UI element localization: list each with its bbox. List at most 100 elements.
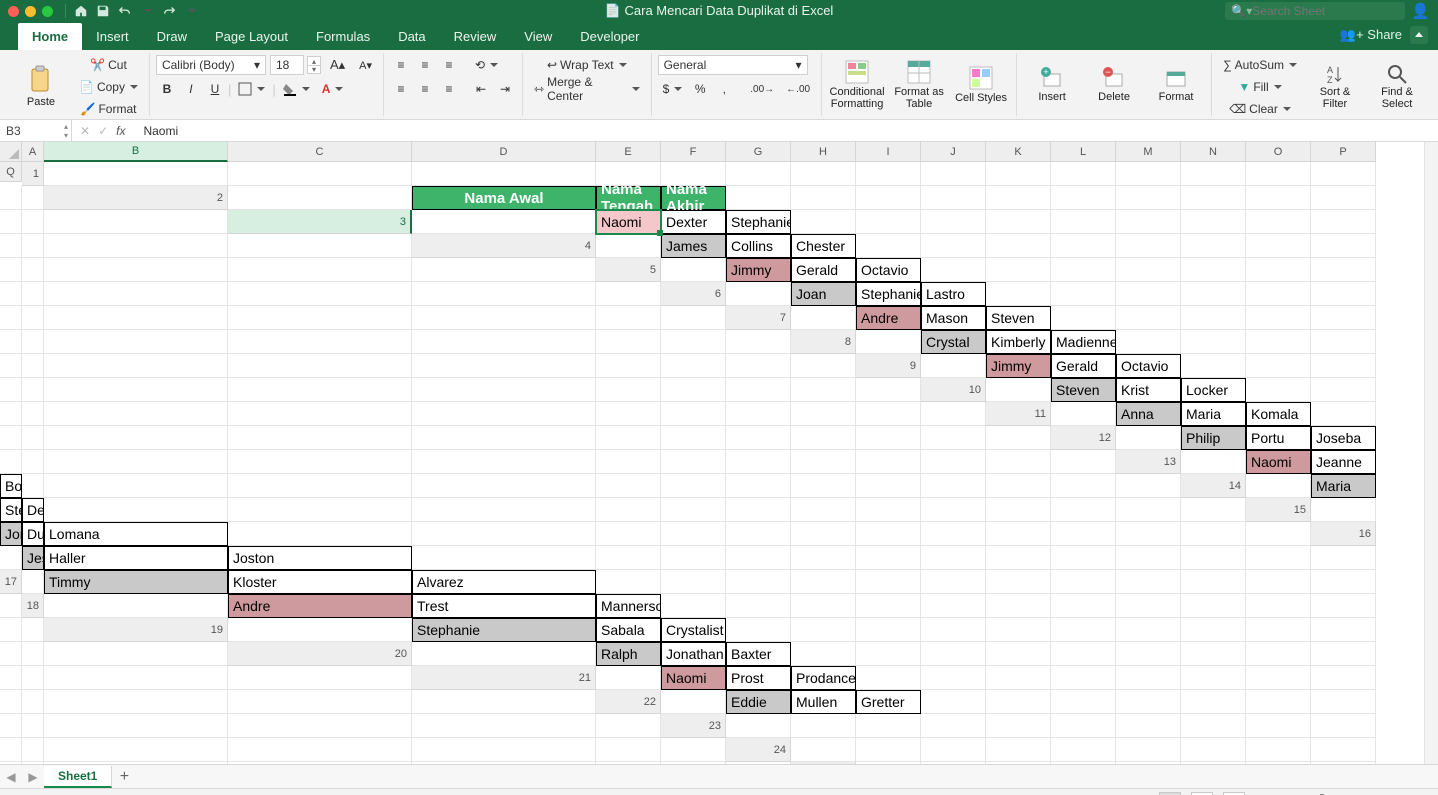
empty-cell[interactable] [1311, 642, 1376, 666]
align-right-icon[interactable]: ≡ [438, 79, 460, 99]
underline-button[interactable]: U [204, 79, 226, 99]
empty-cell[interactable] [228, 450, 412, 474]
paste-button[interactable]: Paste [12, 57, 70, 117]
share-button[interactable]: 👥+ Share [1340, 27, 1402, 43]
empty-cell[interactable] [22, 570, 44, 594]
empty-cell[interactable] [661, 690, 726, 714]
empty-cell[interactable] [1051, 186, 1116, 210]
borders-button[interactable] [233, 79, 270, 99]
empty-cell[interactable] [412, 762, 596, 764]
empty-cell[interactable] [986, 378, 1051, 402]
empty-cell[interactable] [0, 738, 22, 762]
merge-center-button[interactable]: ⇿Merge & Center [529, 79, 645, 99]
empty-cell[interactable] [921, 690, 986, 714]
empty-cell[interactable] [1311, 594, 1376, 618]
empty-cell[interactable] [1246, 594, 1311, 618]
empty-cell[interactable] [0, 690, 22, 714]
format-as-table-button[interactable]: Format as Table [890, 55, 948, 115]
empty-cell[interactable] [1051, 282, 1116, 306]
increase-decimal-icon[interactable]: .00→ [745, 79, 779, 99]
empty-cell[interactable] [1116, 474, 1181, 498]
empty-cell[interactable] [1181, 690, 1246, 714]
empty-cell[interactable] [1246, 738, 1311, 762]
empty-cell[interactable] [412, 378, 596, 402]
data-cell[interactable]: Baxter [726, 642, 791, 666]
col-header-P[interactable]: P [1311, 142, 1376, 162]
empty-cell[interactable] [596, 714, 661, 738]
empty-cell[interactable] [1311, 234, 1376, 258]
delete-cells-button[interactable]: − Delete [1085, 55, 1143, 115]
row-header-7[interactable]: 7 [726, 306, 791, 330]
empty-cell[interactable] [921, 474, 986, 498]
data-cell[interactable]: Andre [228, 594, 412, 618]
empty-cell[interactable] [986, 474, 1051, 498]
sheet-nav-next[interactable]: ▶ [22, 770, 44, 784]
empty-cell[interactable] [412, 498, 596, 522]
empty-cell[interactable] [921, 450, 986, 474]
row-header-25[interactable]: 25 [791, 762, 856, 764]
empty-cell[interactable] [921, 186, 986, 210]
row-header-1[interactable]: 1 [22, 162, 44, 186]
table-header[interactable]: Nama Tengah [596, 186, 661, 210]
empty-cell[interactable] [1246, 618, 1311, 642]
empty-cell[interactable] [22, 738, 44, 762]
table-header[interactable]: Nama Awal [412, 186, 596, 210]
empty-cell[interactable] [661, 738, 726, 762]
empty-cell[interactable] [661, 762, 726, 764]
empty-cell[interactable] [661, 474, 726, 498]
data-cell[interactable]: Crystalist [661, 618, 726, 642]
empty-cell[interactable] [921, 570, 986, 594]
col-header-F[interactable]: F [661, 142, 726, 162]
empty-cell[interactable] [1311, 354, 1376, 378]
data-cell[interactable]: Jonathan [661, 642, 726, 666]
empty-cell[interactable] [986, 618, 1051, 642]
home-icon[interactable] [70, 0, 92, 22]
data-cell[interactable]: Kimberly [986, 330, 1051, 354]
empty-cell[interactable] [412, 690, 596, 714]
empty-cell[interactable] [228, 498, 412, 522]
empty-cell[interactable] [791, 522, 856, 546]
data-cell[interactable]: Dexter [22, 498, 44, 522]
data-cell[interactable]: Octavio [1116, 354, 1181, 378]
empty-cell[interactable] [856, 450, 921, 474]
empty-cell[interactable] [596, 402, 661, 426]
data-cell[interactable]: Komala [1246, 402, 1311, 426]
empty-cell[interactable] [1051, 762, 1116, 764]
empty-cell[interactable] [986, 426, 1051, 450]
empty-cell[interactable] [44, 450, 228, 474]
search-sheet[interactable]: 🔍 ▾ [1225, 2, 1405, 20]
empty-cell[interactable] [986, 498, 1051, 522]
empty-cell[interactable] [921, 522, 986, 546]
empty-cell[interactable] [986, 690, 1051, 714]
empty-cell[interactable] [228, 618, 412, 642]
data-cell[interactable]: Gerald [1051, 354, 1116, 378]
empty-cell[interactable] [44, 474, 228, 498]
empty-cell[interactable] [921, 594, 986, 618]
empty-cell[interactable] [661, 426, 726, 450]
formula-input[interactable]: Naomi [139, 124, 1438, 138]
empty-cell[interactable] [22, 690, 44, 714]
increase-font-icon[interactable]: A▴ [325, 55, 350, 75]
empty-cell[interactable] [921, 258, 986, 282]
empty-cell[interactable] [1116, 642, 1181, 666]
empty-cell[interactable] [1116, 522, 1181, 546]
empty-cell[interactable] [22, 402, 44, 426]
empty-cell[interactable] [986, 666, 1051, 690]
row-header-21[interactable]: 21 [412, 666, 596, 690]
empty-cell[interactable] [856, 186, 921, 210]
empty-cell[interactable] [921, 738, 986, 762]
empty-cell[interactable] [0, 282, 22, 306]
empty-cell[interactable] [1311, 546, 1376, 570]
data-cell[interactable]: Andre [856, 306, 921, 330]
empty-cell[interactable] [44, 258, 228, 282]
empty-cell[interactable] [0, 378, 22, 402]
empty-cell[interactable] [791, 354, 856, 378]
col-header-C[interactable]: C [228, 142, 412, 162]
data-cell[interactable]: Locker [1181, 378, 1246, 402]
empty-cell[interactable] [1311, 282, 1376, 306]
empty-cell[interactable] [1051, 570, 1116, 594]
empty-cell[interactable] [1181, 330, 1246, 354]
row-header-13[interactable]: 13 [1116, 450, 1181, 474]
data-cell[interactable]: Lastro [921, 282, 986, 306]
empty-cell[interactable] [856, 402, 921, 426]
